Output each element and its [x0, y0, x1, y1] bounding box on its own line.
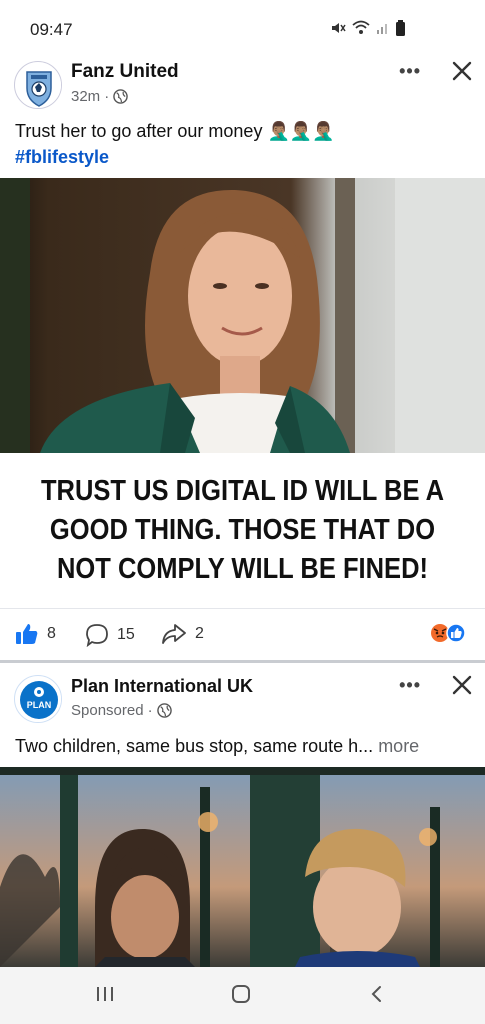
more-options-button[interactable]: ••• [399, 61, 421, 82]
plan-logo-text: PLAN [27, 700, 52, 710]
facepalm-emoji: 🤦🏽‍♂️🤦🏽‍♂️🤦🏽‍♂️ [267, 121, 335, 141]
comment-icon [86, 624, 108, 647]
status-bar: 09:47 [0, 0, 485, 58]
mute-icon [332, 23, 346, 33]
share-count: 2 [195, 625, 204, 642]
like-reaction-icon [446, 623, 466, 643]
close-icon[interactable] [451, 60, 473, 82]
status-icons [330, 20, 405, 36]
home-icon[interactable] [231, 985, 251, 1003]
ad-photo[interactable] [0, 767, 485, 967]
globe-icon [113, 89, 128, 104]
wifi-icon [352, 20, 370, 34]
thumbs-up-icon [16, 624, 38, 644]
share-icon [162, 624, 186, 644]
post-photo[interactable] [0, 178, 485, 453]
post-time[interactable]: 32m [71, 88, 100, 105]
meme-text: TRUST US DIGITAL ID WILL BE A GOOD THING… [40, 475, 445, 585]
post-meta: 32m · [71, 88, 128, 105]
caption-text: Trust her to go after our money [15, 121, 263, 141]
meta-dot: · [104, 88, 110, 105]
post-header-sponsored: PLAN Plan International UK Sponsored · •… [0, 672, 485, 732]
see-more-link[interactable]: more [378, 736, 419, 756]
plan-logo-icon: PLAN [16, 677, 61, 722]
post-caption: Trust her to go after our money 🤦🏽‍♂️🤦🏽‍… [15, 118, 473, 170]
children-bus-stop-photo [0, 767, 485, 967]
caption-text: Two children, same bus stop, same route … [15, 736, 374, 756]
author-name[interactable]: Plan International UK [71, 676, 253, 697]
hashtag-link[interactable]: #fblifestyle [15, 147, 109, 167]
sponsored-label[interactable]: Sponsored [71, 702, 144, 719]
post-header: Fanz United 32m · ••• [0, 58, 485, 118]
navigation-bar [0, 967, 485, 1024]
back-icon[interactable] [368, 985, 386, 1003]
avatar[interactable] [14, 61, 62, 109]
reaction-bar: 8 15 2 [0, 608, 485, 660]
fanz-united-logo-icon [16, 63, 61, 108]
like-button[interactable]: 8 [15, 623, 56, 645]
signal-icon [377, 24, 387, 34]
battery-icon [396, 20, 405, 36]
status-time: 09:47 [30, 20, 73, 39]
close-icon[interactable] [451, 674, 473, 696]
post-meta: Sponsored · [71, 702, 172, 719]
post-caption: Two children, same bus stop, same route … [15, 733, 473, 759]
meta-dot: · [147, 702, 153, 719]
globe-icon [156, 703, 172, 718]
woman-photo [0, 178, 485, 453]
avatar[interactable]: PLAN [14, 675, 62, 723]
share-button[interactable]: 2 [161, 623, 204, 645]
recent-apps-icon[interactable] [96, 985, 116, 1003]
more-options-button[interactable]: ••• [399, 675, 421, 696]
reaction-summary[interactable] [430, 623, 466, 643]
like-count: 8 [47, 625, 56, 642]
meme-text-panel: TRUST US DIGITAL ID WILL BE A GOOD THING… [0, 453, 485, 608]
post-separator [0, 660, 485, 663]
comment-button[interactable]: 15 [85, 623, 135, 647]
comment-count: 15 [117, 626, 135, 643]
author-name[interactable]: Fanz United [71, 61, 179, 83]
